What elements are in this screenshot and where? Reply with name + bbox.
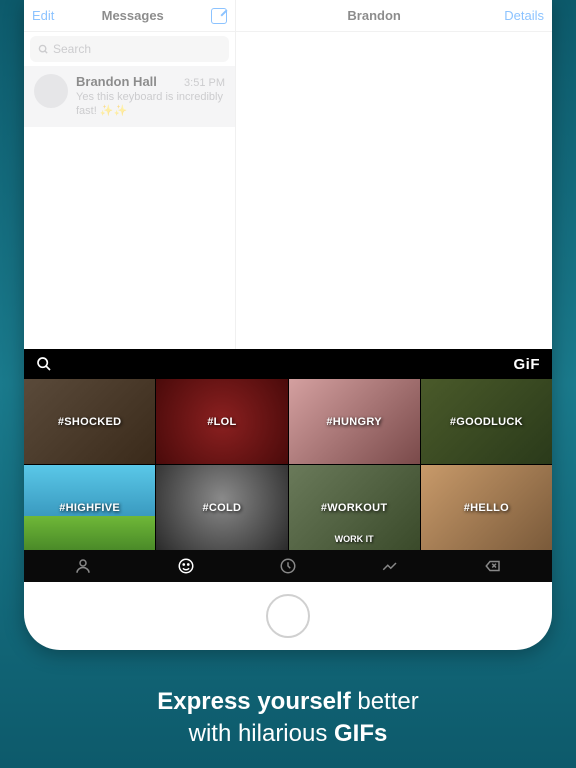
gif-tile-goodluck[interactable]: #GOODLUCK: [421, 379, 552, 464]
gif-tile-highfive[interactable]: #HIGHFIVE: [24, 465, 155, 550]
recent-icon[interactable]: [273, 554, 303, 578]
tablet-frame: Edit Messages Search Brandon Hall 3:51 P…: [24, 0, 552, 650]
gif-tile-cold[interactable]: #COLD: [156, 465, 287, 550]
gif-grid: #SHOCKED #LOL #HUNGRY #GOODLUCK #HIGHFIV…: [24, 379, 552, 550]
chat-title: Brandon: [347, 8, 400, 23]
gif-tile-hungry[interactable]: #HUNGRY: [289, 379, 420, 464]
chat-header: Brandon Details: [236, 0, 552, 32]
compose-icon[interactable]: [211, 8, 227, 24]
screen: Edit Messages Search Brandon Hall 3:51 P…: [24, 0, 552, 582]
emoji-icon[interactable]: [171, 554, 201, 578]
details-button[interactable]: Details: [504, 8, 544, 23]
keyboard-bottom-bar: [24, 550, 552, 582]
conversation-body: Brandon Hall 3:51 PM Yes this keyboard i…: [76, 74, 225, 119]
conversation-row[interactable]: Brandon Hall 3:51 PM Yes this keyboard i…: [24, 66, 235, 127]
search-icon[interactable]: [36, 356, 52, 372]
search-input[interactable]: Search: [30, 36, 229, 62]
home-button[interactable]: [266, 594, 310, 638]
conversation-time: 3:51 PM: [184, 77, 225, 89]
search-icon: [38, 44, 49, 55]
trending-icon[interactable]: [375, 554, 405, 578]
messages-title: Messages: [102, 8, 164, 23]
search-placeholder: Search: [53, 42, 91, 56]
conversation-preview: Yes this keyboard is incredibly fast! ✨✨: [76, 90, 225, 119]
avatar: [34, 74, 68, 108]
edit-button[interactable]: Edit: [32, 8, 54, 23]
marketing-tagline: Express yourself better with hilarious G…: [157, 686, 418, 751]
gif-keyboard: GiF #SHOCKED #LOL #HUNGRY #GOODLUCK #HIG…: [24, 349, 552, 582]
gif-tile-shocked[interactable]: #SHOCKED: [24, 379, 155, 464]
gif-tile-workout[interactable]: #WORKOUTWORK IT: [289, 465, 420, 550]
conversation-name: Brandon Hall: [76, 74, 157, 89]
delete-icon[interactable]: [478, 554, 508, 578]
messages-header: Edit Messages: [24, 0, 235, 32]
profile-icon[interactable]: [68, 554, 98, 578]
keyboard-top-bar: GiF: [24, 349, 552, 379]
gif-tile-hello[interactable]: #HELLO: [421, 465, 552, 550]
gif-tile-lol[interactable]: #LOL: [156, 379, 287, 464]
gif-label: GiF: [514, 356, 541, 373]
